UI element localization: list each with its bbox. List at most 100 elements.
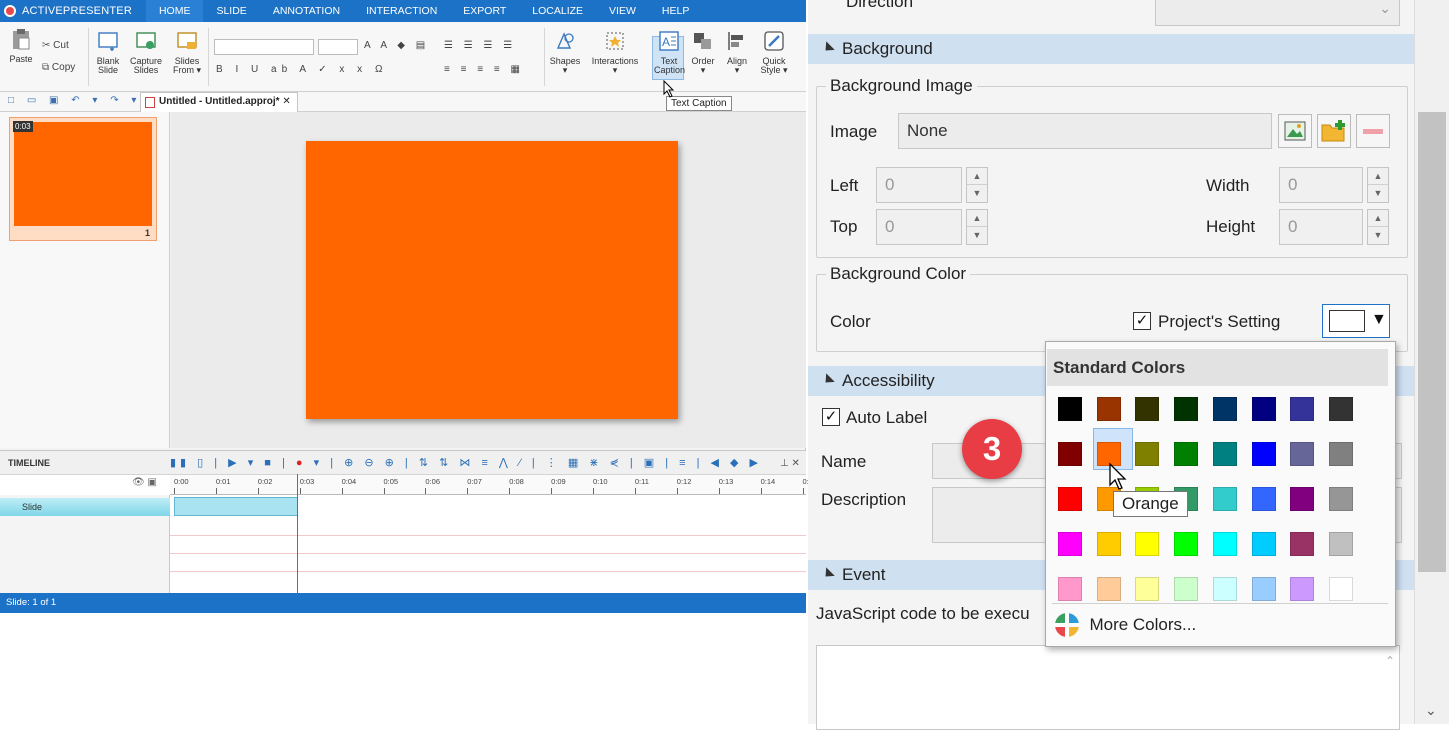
color-swatch[interactable] (1328, 577, 1353, 601)
more-colors-button[interactable]: More Colors... (1053, 611, 1196, 639)
paragraph-icons-row2[interactable]: ≡ ≡ ≡ ≡ ▦ (444, 64, 524, 75)
capture-slides-button[interactable]: Capture Slides (128, 30, 164, 75)
color-swatch[interactable] (1135, 442, 1160, 466)
color-swatch[interactable] (1212, 577, 1237, 601)
color-swatch[interactable] (1251, 442, 1276, 466)
color-swatch[interactable] (1174, 532, 1199, 556)
tab-view[interactable]: VIEW (596, 0, 649, 22)
color-swatch[interactable] (1135, 397, 1160, 421)
image-field[interactable]: None (898, 113, 1272, 149)
timeline-ruler[interactable]: 0:00 0:01 0:02 0:03 0:04 0:05 0:06 0:07 0:08 0:09… (170, 475, 817, 495)
add-image-button[interactable] (1317, 114, 1351, 148)
color-swatch[interactable] (1251, 397, 1276, 421)
spin-down-icon[interactable]: ▼ (1368, 185, 1388, 202)
color-swatch[interactable] (1212, 532, 1237, 556)
height-input[interactable]: 0 (1279, 209, 1363, 245)
color-swatch[interactable] (1290, 577, 1315, 601)
javascript-code-input[interactable]: ⌃ (816, 645, 1400, 730)
color-swatch[interactable] (1290, 532, 1315, 556)
color-swatch[interactable] (1328, 442, 1353, 466)
top-input[interactable]: 0 (876, 209, 962, 245)
spin-down-icon[interactable]: ▼ (967, 227, 987, 244)
scroll-down-icon[interactable]: ⌄ (1425, 702, 1437, 719)
color-swatch[interactable] (1328, 532, 1353, 556)
slides-from-button[interactable]: Slides From ▾ (170, 30, 204, 75)
document-tab[interactable]: Untitled - Untitled.approj* ✕ (140, 92, 298, 112)
color-swatch[interactable] (1096, 532, 1121, 556)
text-caption-button[interactable]: A Text Caption (654, 30, 685, 75)
remove-image-button[interactable] (1356, 114, 1390, 148)
timeline-layer-icons[interactable]: 👁 ▣ (132, 477, 157, 488)
spin-up-icon[interactable]: ▲ (967, 168, 987, 185)
quick-style-button[interactable]: Quick Style ▾ (756, 30, 792, 75)
copy-button[interactable]: ⧉ Copy (42, 62, 75, 73)
scroll-up-icon[interactable]: ⌃ (1385, 654, 1395, 668)
project-setting-checkbox[interactable]: ✓ (1133, 312, 1151, 330)
spin-up-icon[interactable]: ▲ (1368, 168, 1388, 185)
timeline-layer-slide[interactable]: Slide (0, 498, 170, 516)
color-swatch[interactable] (1212, 487, 1237, 511)
tab-slide[interactable]: SLIDE (203, 0, 259, 22)
width-input[interactable]: 0 (1279, 167, 1363, 203)
cut-button[interactable]: ✂ Cut (42, 40, 69, 51)
direction-dropdown[interactable]: ⌄ (1155, 0, 1400, 26)
color-swatch[interactable] (1058, 577, 1082, 601)
tab-interaction[interactable]: INTERACTION (353, 0, 450, 22)
align-button[interactable]: Align ▾ (722, 30, 752, 75)
color-swatch[interactable] (1096, 577, 1121, 601)
spin-up-icon[interactable]: ▲ (967, 210, 987, 227)
top-spinner[interactable]: ▲ ▼ (966, 209, 988, 245)
slide-background[interactable] (306, 141, 678, 419)
color-swatch[interactable] (1328, 397, 1353, 421)
quick-access-icons[interactable]: □ ▭ ▣ ↶ ▾ ↷ ▾ (8, 95, 141, 106)
color-swatch[interactable] (1212, 397, 1237, 421)
color-swatch[interactable] (1058, 397, 1082, 421)
left-input[interactable]: 0 (876, 167, 962, 203)
height-spinner[interactable]: ▲ ▼ (1367, 209, 1389, 245)
color-swatch[interactable] (1212, 442, 1237, 466)
color-swatch[interactable] (1290, 487, 1315, 511)
color-swatch[interactable] (1058, 532, 1082, 556)
timeline-toolbar-icons[interactable]: ▮▮ ▯ | ▶ ▾ ■ | ● ▾ | ⊕ ⊖ ⊕ | ⇅ ⇅ ⋈ ≡ ⋀ ⁄… (170, 456, 762, 469)
color-swatch[interactable] (1174, 442, 1199, 466)
paste-button[interactable]: Paste (8, 28, 34, 64)
slide-thumbnail[interactable]: 0:03 1 (9, 117, 157, 241)
order-button[interactable]: Order ▾ (688, 30, 718, 75)
document-tab-close-icon[interactable]: ✕ (282, 96, 290, 107)
color-swatch[interactable] (1328, 487, 1353, 511)
timeline-pin-close-icons[interactable]: ⊥ ✕ (780, 458, 800, 469)
color-swatch[interactable] (1174, 397, 1199, 421)
shapes-button[interactable]: Shapes ▾ (548, 30, 582, 75)
properties-scrollbar[interactable]: ⌄ (1414, 0, 1449, 724)
color-swatch[interactable] (1135, 577, 1160, 601)
tab-annotation[interactable]: ANNOTATION (260, 0, 353, 22)
left-spinner[interactable]: ▲ ▼ (966, 167, 988, 203)
timeline-playhead[interactable] (297, 474, 298, 593)
tab-home[interactable]: HOME (145, 0, 204, 22)
color-swatch[interactable] (1096, 397, 1121, 421)
spin-down-icon[interactable]: ▼ (1368, 227, 1388, 244)
color-swatch[interactable] (1135, 532, 1160, 556)
color-swatch[interactable] (1058, 442, 1082, 466)
scrollbar-thumb[interactable] (1418, 112, 1446, 572)
tab-export[interactable]: EXPORT (450, 0, 519, 22)
color-swatch[interactable] (1290, 397, 1315, 421)
color-picker-button[interactable]: ▼ (1322, 304, 1390, 338)
color-swatch[interactable] (1251, 487, 1276, 511)
font-format-icons-row2[interactable]: B I U ab A ✓ x x Ω (216, 64, 387, 75)
section-background-header[interactable]: Background (808, 34, 1414, 64)
color-swatch[interactable] (1251, 577, 1276, 601)
auto-label-checkbox[interactable]: ✓ (822, 408, 840, 426)
tab-localize[interactable]: LOCALIZE (519, 0, 596, 22)
spin-up-icon[interactable]: ▲ (1368, 210, 1388, 227)
color-swatch[interactable] (1290, 442, 1315, 466)
paragraph-icons-row1[interactable]: ☰ ☰ ☰ ☰ (444, 40, 516, 51)
spin-down-icon[interactable]: ▼ (967, 185, 987, 202)
width-spinner[interactable]: ▲ ▼ (1367, 167, 1389, 203)
color-swatch[interactable] (1058, 487, 1082, 511)
blank-slide-button[interactable]: Blank Slide (93, 30, 123, 75)
font-format-icons-row1[interactable]: A A ◆ ▤ (364, 40, 429, 51)
color-swatch[interactable] (1251, 532, 1276, 556)
color-swatch[interactable] (1174, 577, 1199, 601)
select-image-button[interactable] (1278, 114, 1312, 148)
